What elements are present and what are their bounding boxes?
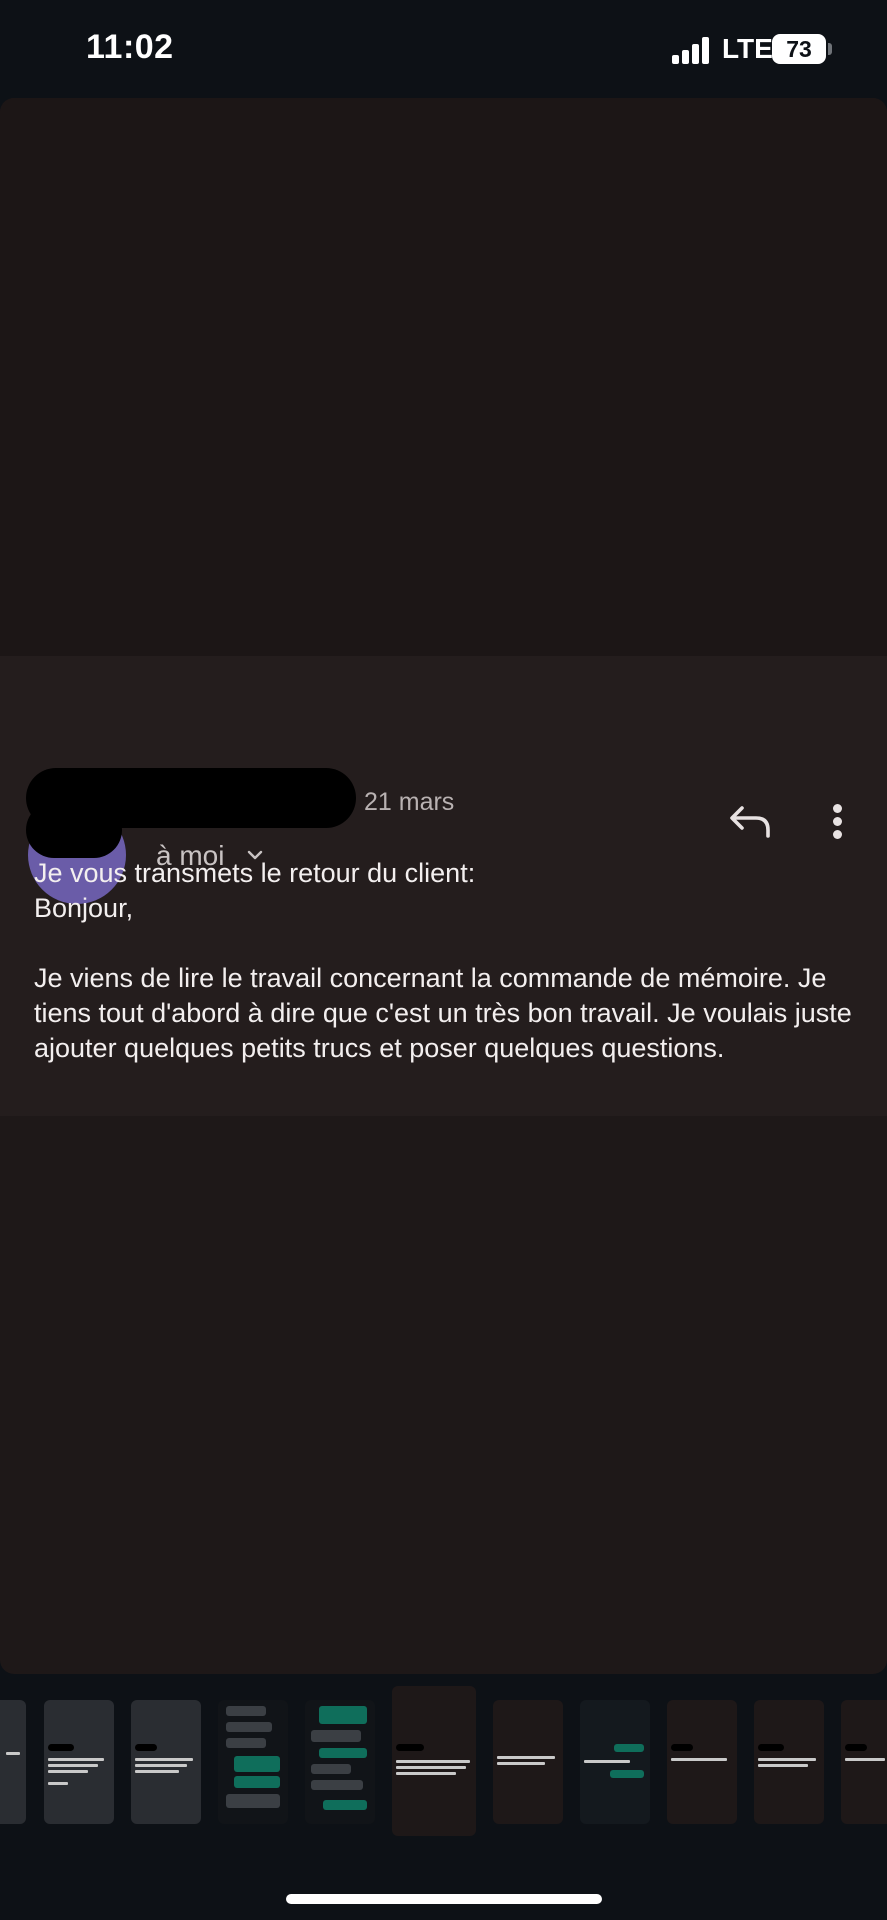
reply-icon[interactable] [728,802,772,842]
thumbnail-item[interactable] [754,1700,824,1824]
thumbnail-item[interactable] [493,1700,563,1824]
cellular-signal-icon [672,36,712,64]
battery-tip [828,43,832,55]
thumbnail-strip [0,1686,887,1836]
email-card: 21 mars à moi Je vous transmets le retou… [0,98,887,1674]
network-type: LTE [722,33,773,64]
email-body: Je vous transmets le retour du client: B… [34,858,852,1063]
home-indicator[interactable] [286,1894,602,1904]
email-preview-area [0,98,887,656]
battery-icon: 73 [772,34,826,64]
thumbnail-item[interactable] [580,1700,650,1824]
screen: 11:02 LTE 73 21 mars à moi Je vous trans… [0,0,887,1920]
redacted-sender-detail [26,802,122,858]
thumbnail-item[interactable] [0,1700,26,1824]
thumbnail-item[interactable] [667,1700,737,1824]
thumbnail-item[interactable] [392,1686,476,1836]
thumbnail-item[interactable] [841,1700,887,1824]
thumbnail-item[interactable] [44,1700,114,1824]
status-time: 11:02 [86,28,174,66]
status-bar: 11:02 LTE 73 [0,0,887,96]
more-vertical-icon[interactable] [830,802,844,842]
email-date: 21 mars [364,788,455,816]
thumbnail-item[interactable] [305,1700,375,1824]
thumbnail-item[interactable] [218,1700,288,1824]
thumbnail-item[interactable] [131,1700,201,1824]
email-message: 21 mars à moi Je vous transmets le retou… [0,656,887,1116]
